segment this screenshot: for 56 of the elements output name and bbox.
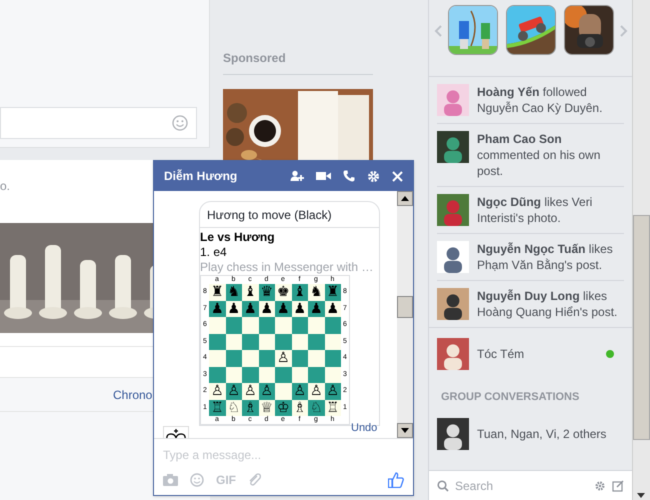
scroll-up-button[interactable] <box>397 191 413 206</box>
section-heading: GROUP CONVERSATIONS <box>441 391 580 403</box>
move-text: 1. e4 <box>200 245 228 260</box>
game-title: Le vs Hương <box>200 230 276 245</box>
message-input[interactable]: Type a message... <box>163 439 404 471</box>
scroll-down-button[interactable] <box>397 423 413 438</box>
ticker-story[interactable]: Ngọc Dũng likes Veri Interisti's photo. <box>477 194 624 226</box>
close-icon[interactable] <box>392 170 403 182</box>
board-square[interactable] <box>258 317 275 334</box>
settings-icon[interactable] <box>594 480 606 492</box>
board-square[interactable] <box>292 317 308 334</box>
board-square[interactable] <box>226 350 242 366</box>
board-square[interactable] <box>324 317 341 334</box>
thumbs-up-icon[interactable] <box>388 472 404 488</box>
paperclip-icon[interactable] <box>248 473 261 487</box>
chronological-link[interactable]: Chrono <box>113 386 152 404</box>
board-square[interactable] <box>242 366 258 383</box>
ticker-story[interactable]: Nguyễn Ngọc Tuấn likes Phạm Văn Bằng's post. <box>477 241 624 273</box>
board-square[interactable] <box>308 366 324 383</box>
comment-field[interactable] <box>0 107 197 139</box>
board-square[interactable] <box>242 334 258 350</box>
down-arrow-icon <box>401 428 409 433</box>
board-square[interactable] <box>275 334 292 350</box>
up-arrow-icon <box>401 196 409 201</box>
board-square[interactable] <box>258 350 275 366</box>
board-square[interactable] <box>209 334 226 350</box>
ticker-story[interactable]: Pham Cao Son commented on his own post. <box>477 131 624 179</box>
board-square[interactable] <box>324 350 341 366</box>
phone-icon[interactable] <box>343 170 355 182</box>
search-icon <box>437 480 449 492</box>
smiley-icon[interactable] <box>190 473 204 487</box>
post-text: o. <box>0 179 10 193</box>
video-camera-icon[interactable] <box>316 171 331 181</box>
scrollbar-thumb[interactable] <box>633 215 650 440</box>
board-square[interactable] <box>308 334 324 350</box>
ticker-story[interactable]: Nguyễn Duy Long likes Hoàng Quang Hiển's post. <box>477 288 624 320</box>
board-square[interactable] <box>226 317 242 334</box>
search-field[interactable]: Search <box>455 476 588 494</box>
undo-link[interactable]: Undo <box>351 422 378 435</box>
board-square[interactable] <box>292 350 308 366</box>
smiley-icon[interactable] <box>172 115 188 131</box>
game-description: Play chess in Messenger with … <box>200 260 374 275</box>
contact-row[interactable]: Tóc Tém <box>437 328 624 370</box>
message-header: Hương to move (Black) <box>207 206 332 224</box>
board-square[interactable] <box>275 366 292 383</box>
search-bar[interactable]: Search <box>429 470 632 500</box>
compose-icon[interactable] <box>612 480 624 492</box>
crown-icon <box>166 429 186 438</box>
add-person-icon[interactable] <box>290 170 304 182</box>
sponsored-heading: Sponsored <box>223 51 286 65</box>
group-conversation-row[interactable]: Tuan, Ngan, Vi, 2 others <box>437 418 624 450</box>
camera-icon[interactable] <box>163 474 178 486</box>
scrollbar-thumb[interactable] <box>397 296 413 318</box>
ticker-story[interactable]: Hoàng Yến followed Nguyễn Cao Kỳ Duyên. <box>477 84 624 116</box>
board-square[interactable] <box>209 366 226 383</box>
chat-title[interactable]: Diễm Hương <box>164 167 290 185</box>
